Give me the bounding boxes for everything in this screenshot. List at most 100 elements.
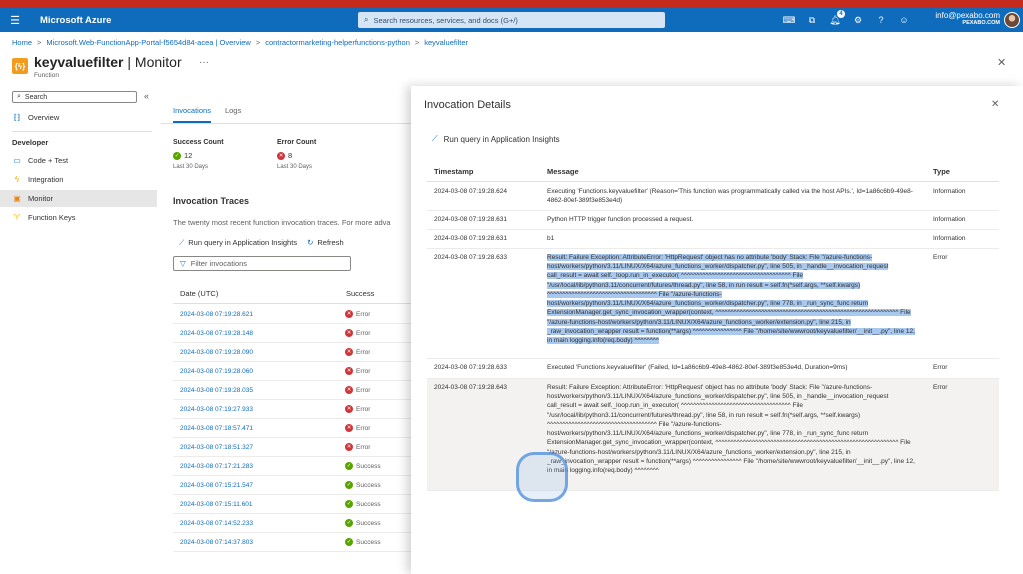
nav-search-input[interactable]: ⌕ Search xyxy=(12,91,137,103)
breadcrumb-home[interactable]: Home xyxy=(12,38,32,47)
invocation-status: ✓ Success xyxy=(345,538,381,546)
table-row[interactable]: 2024-03-08 07:19:27.933 ✕ Error xyxy=(173,400,411,419)
portal-brand[interactable]: Microsoft Azure xyxy=(40,15,111,26)
nav-section-developer: Developer xyxy=(12,138,49,147)
invocation-date-link[interactable]: 2024-03-08 07:19:28.090 xyxy=(180,349,253,356)
close-icon[interactable]: ✕ xyxy=(991,99,999,110)
sidebar-item-overview[interactable]: ⁅⁆ Overview xyxy=(0,109,157,126)
table-row[interactable]: 2024-03-08 07:19:28.090 ✕ Error xyxy=(173,343,411,362)
table-row[interactable]: 2024-03-08 07:15:11.601 ✓ Success xyxy=(173,495,411,514)
invocation-date-link[interactable]: 2024-03-08 07:19:28.621 xyxy=(180,311,253,318)
row-timestamp: 2024-03-08 07:19:28.631 xyxy=(434,235,508,242)
row-timestamp: 2024-03-08 07:19:28.643 xyxy=(434,384,508,391)
notifications-icon[interactable]: 🔔︎ 4 xyxy=(828,10,845,28)
resource-name: keyvaluefilter xyxy=(34,54,124,70)
invocation-date-link[interactable]: 2024-03-08 07:14:52.233 xyxy=(180,520,253,527)
invocation-date-link[interactable]: 2024-03-08 07:19:28.148 xyxy=(180,330,253,337)
invocation-date-link[interactable]: 2024-03-08 07:15:11.601 xyxy=(180,501,253,508)
row-message: Executing 'Functions.keyvaluefilter' (Re… xyxy=(547,188,913,205)
column-header-success[interactable]: Success xyxy=(346,289,374,298)
error-x-icon: ✕ xyxy=(345,367,353,375)
breadcrumb-function[interactable]: keyvaluefilter xyxy=(424,38,468,47)
collapse-nav-icon[interactable]: « xyxy=(144,91,149,101)
error-x-icon: ✕ xyxy=(345,443,353,451)
invocation-date-link[interactable]: 2024-03-08 07:18:51.327 xyxy=(180,444,253,451)
error-x-icon: ✕ xyxy=(277,151,285,160)
blade-close-icon[interactable]: ✕ xyxy=(997,56,1006,69)
details-row[interactable]: 2024-03-08 07:19:28.633 Result: Failure … xyxy=(427,249,999,359)
details-row[interactable]: 2024-03-08 07:19:28.624 Executing 'Funct… xyxy=(427,183,999,211)
row-type: Error xyxy=(933,254,948,261)
invocation-status-label: Error xyxy=(356,367,371,375)
refresh-button[interactable]: ↻ Refresh xyxy=(307,238,344,248)
invocation-date-link[interactable]: 2024-03-08 07:15:21.547 xyxy=(180,482,253,489)
table-row[interactable]: 2024-03-08 07:14:52.233 ✓ Success xyxy=(173,514,411,533)
breadcrumb-function-app-overview[interactable]: Microsoft.Web-FunctionApp-Portal-f5654d8… xyxy=(46,38,250,47)
invocation-status: ✕ Error xyxy=(345,348,370,356)
sidebar-item-function-keys[interactable]: ♈︎ Function Keys xyxy=(0,209,157,226)
blade-name: Monitor xyxy=(134,54,182,70)
resource-type: Function xyxy=(34,72,59,79)
panel-run-query-button[interactable]: ⟋ Run query in Application Insights xyxy=(432,134,560,144)
row-timestamp: 2024-03-08 07:19:28.631 xyxy=(434,216,508,223)
run-query-button[interactable]: ⟋ Run query in Application Insights xyxy=(179,238,297,248)
invocation-date-link[interactable]: 2024-03-08 07:14:37.803 xyxy=(180,539,253,546)
column-header-date[interactable]: Date (UTC) xyxy=(180,289,218,298)
monitor-icon: ▣ xyxy=(13,194,21,203)
details-row[interactable]: 2024-03-08 07:19:28.631 Python HTTP trig… xyxy=(427,211,999,230)
directory-filter-icon[interactable]: ⧉ xyxy=(805,12,819,28)
details-row[interactable]: 2024-03-08 07:19:28.631 b1 Information xyxy=(427,230,999,249)
column-header-message: Message xyxy=(547,167,579,176)
row-message: b1 xyxy=(547,235,555,242)
error-count-card: Error Count ✕ 8 Last 30 Days xyxy=(277,139,316,170)
sidebar-item-monitor[interactable]: ▣ Monitor xyxy=(0,190,157,207)
global-search-input[interactable]: ⌕ Search resources, services, and docs (… xyxy=(358,12,665,28)
error-x-icon: ✕ xyxy=(345,386,353,394)
sidebar-item-code-test[interactable]: ▭ Code + Test xyxy=(0,152,157,169)
sidebar-item-label: Overview xyxy=(28,113,60,122)
breadcrumb-function-app[interactable]: contractormarketing-helperfunctions-pyth… xyxy=(265,38,410,47)
notifications-badge: 4 xyxy=(837,10,845,18)
tab-invocations[interactable]: Invocations xyxy=(173,106,211,123)
invocation-date-link[interactable]: 2024-03-08 07:19:28.035 xyxy=(180,387,253,394)
table-row[interactable]: 2024-03-08 07:18:51.327 ✕ Error xyxy=(173,438,411,457)
success-count-label: Success Count xyxy=(173,139,224,146)
table-row[interactable]: 2024-03-08 07:19:28.621 ✕ Error xyxy=(173,305,411,324)
account-menu[interactable]: info@pexabo.com PEXABO.COM xyxy=(930,11,1000,26)
error-x-icon: ✕ xyxy=(345,348,353,356)
invocation-status: ✓ Success xyxy=(345,500,381,508)
page-title: keyvaluefilter | Monitor xyxy=(34,54,182,70)
invocation-date-link[interactable]: 2024-03-08 07:19:27.933 xyxy=(180,406,253,413)
table-row[interactable]: 2024-03-08 07:18:57.471 ✕ Error xyxy=(173,419,411,438)
more-options-icon[interactable]: ··· xyxy=(199,57,209,68)
refresh-label: Refresh xyxy=(317,238,344,247)
table-row[interactable]: 2024-03-08 07:19:28.148 ✕ Error xyxy=(173,324,411,343)
sidebar-item-label: Function Keys xyxy=(28,213,76,222)
details-row[interactable]: 2024-03-08 07:19:28.633 Executed 'Functi… xyxy=(427,359,999,379)
selected-text: Result: Failure Exception: AttributeErro… xyxy=(547,254,915,344)
invocation-date-link[interactable]: 2024-03-08 07:18:57.471 xyxy=(180,425,253,432)
menu-icon[interactable]: ☰ xyxy=(0,14,30,27)
help-icon[interactable]: ? xyxy=(874,12,888,28)
table-row[interactable]: 2024-03-08 07:19:28.060 ✕ Error xyxy=(173,362,411,381)
sidebar-item-integration[interactable]: ϟ Integration xyxy=(0,171,157,188)
table-row[interactable]: 2024-03-08 07:14:37.803 ✓ Success xyxy=(173,533,411,552)
invocation-date-link[interactable]: 2024-03-08 07:19:28.060 xyxy=(180,368,253,375)
invocation-date-link[interactable]: 2024-03-08 07:17:21.283 xyxy=(180,463,253,470)
table-row[interactable]: 2024-03-08 07:19:28.035 ✕ Error xyxy=(173,381,411,400)
filter-invocations-input[interactable]: ▽ Filter invocations xyxy=(173,256,351,271)
invocation-status: ✓ Success xyxy=(345,519,381,527)
tab-logs[interactable]: Logs xyxy=(225,106,241,123)
invocation-status-label: Error xyxy=(356,386,371,394)
search-icon: ⌕ xyxy=(17,93,21,100)
settings-gear-icon[interactable]: ⚙ xyxy=(851,12,865,28)
invocation-status: ✕ Error xyxy=(345,386,370,394)
cloud-shell-icon[interactable]: ⌨ xyxy=(782,12,796,28)
avatar[interactable] xyxy=(1004,12,1020,28)
details-row-hovered[interactable]: 2024-03-08 07:19:28.643 Result: Failure … xyxy=(427,379,999,491)
function-icon: {ϟ} xyxy=(12,58,28,74)
feedback-icon[interactable]: ☺ xyxy=(897,12,911,28)
table-row[interactable]: 2024-03-08 07:17:21.283 ✓ Success xyxy=(173,457,411,476)
invocation-status-label: Success xyxy=(356,519,381,527)
table-row[interactable]: 2024-03-08 07:15:21.547 ✓ Success xyxy=(173,476,411,495)
